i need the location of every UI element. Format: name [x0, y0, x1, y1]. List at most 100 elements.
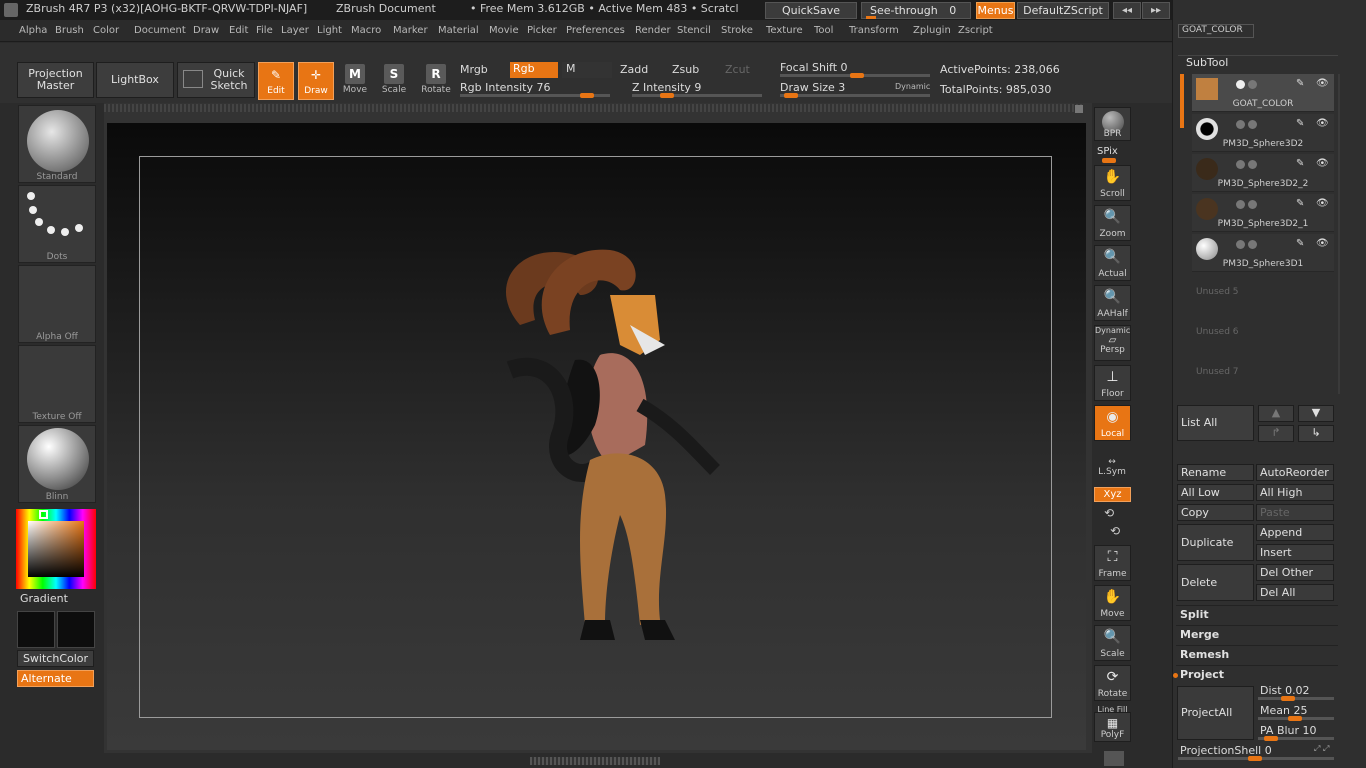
visibility-dot-icon[interactable] — [1236, 240, 1245, 249]
dist-knob[interactable] — [1281, 696, 1295, 701]
canvas-corner-handle[interactable] — [1075, 105, 1083, 113]
paste-button[interactable]: Paste — [1256, 504, 1334, 521]
aahalf-button[interactable]: 🔍 AAHalf — [1094, 285, 1131, 321]
eye-icon[interactable]: 👁 — [1316, 198, 1329, 209]
polypaint-dot-icon[interactable] — [1248, 120, 1257, 129]
projection-shell-options-icon[interactable]: ⤢ ⤢ — [1314, 744, 1329, 754]
transp-icon[interactable] — [1104, 751, 1124, 766]
copy-button[interactable]: Copy — [1177, 504, 1254, 521]
polypaint-dot-icon[interactable] — [1248, 80, 1257, 89]
subtool-header[interactable]: SubTool — [1186, 56, 1228, 69]
m-button[interactable]: M — [562, 62, 612, 78]
rgb-intensity-knob[interactable] — [580, 93, 594, 98]
menu-file[interactable]: File — [256, 25, 273, 36]
menu-preferences[interactable]: Preferences — [566, 25, 625, 36]
quicksave-button[interactable]: QuickSave — [765, 2, 857, 19]
xyz-button[interactable]: Xyz — [1094, 487, 1131, 502]
local-button[interactable]: ◉ Local — [1094, 405, 1131, 441]
frame-button[interactable]: ⛶ Frame — [1094, 545, 1131, 581]
move-down-right-icon[interactable]: ↳ — [1298, 425, 1334, 442]
left-arrows-icon[interactable]: ◂◂ — [1113, 2, 1141, 19]
menu-color[interactable]: Color — [93, 25, 119, 36]
actual-button[interactable]: 🔍 Actual — [1094, 245, 1131, 281]
material-selector[interactable]: Blinn — [18, 425, 96, 503]
menu-brush[interactable]: Brush — [55, 25, 84, 36]
menu-macro[interactable]: Macro — [351, 25, 381, 36]
zcut-button[interactable]: Zcut — [725, 63, 750, 76]
hue-marker[interactable] — [39, 510, 48, 519]
move-view-button[interactable]: ✋ Move — [1094, 585, 1131, 621]
edit-mode-button[interactable]: ✎ Edit — [258, 62, 294, 100]
list-all-button[interactable]: List All — [1177, 405, 1254, 441]
mrgb-button[interactable]: Mrgb — [460, 63, 488, 76]
zsub-button[interactable]: Zsub — [672, 63, 699, 76]
del-other-button[interactable]: Del Other — [1256, 564, 1334, 581]
menu-marker[interactable]: Marker — [393, 25, 428, 36]
persp-button[interactable]: Dynamic ▱ Persp — [1094, 325, 1131, 361]
menu-alpha[interactable]: Alpha — [19, 25, 47, 36]
visibility-dot-icon[interactable] — [1236, 160, 1245, 169]
projectall-button[interactable]: ProjectAll — [1177, 686, 1254, 740]
draw-mode-button[interactable]: ✛ Draw — [298, 62, 334, 100]
menu-edit[interactable]: Edit — [229, 25, 248, 36]
scroll-button[interactable]: ✋ Scroll — [1094, 165, 1131, 201]
rgb-intensity-slider[interactable]: Rgb Intensity 76 — [460, 81, 550, 94]
color-square[interactable] — [28, 521, 84, 577]
floor-button[interactable]: ⊥ Floor — [1094, 365, 1131, 401]
lightbox-button[interactable]: LightBox — [96, 62, 174, 98]
alternate-button[interactable]: Alternate — [17, 670, 94, 687]
menu-stencil[interactable]: Stencil — [677, 25, 711, 36]
visibility-dot-icon[interactable] — [1236, 80, 1245, 89]
append-button[interactable]: Append — [1256, 524, 1334, 541]
project-section[interactable]: Project — [1180, 668, 1224, 681]
merge-section[interactable]: Merge — [1180, 628, 1219, 641]
rotate-view-button[interactable]: ⟳ Rotate — [1094, 665, 1131, 701]
menu-render[interactable]: Render — [635, 25, 671, 36]
all-low-button[interactable]: All Low — [1177, 484, 1254, 501]
primary-color-swatch[interactable] — [17, 611, 55, 648]
focal-shift-slider[interactable]: Focal Shift 0 — [780, 61, 848, 74]
brush-edit-icon[interactable]: ✎ — [1296, 238, 1304, 249]
menu-document[interactable]: Document — [134, 25, 186, 36]
insert-button[interactable]: Insert — [1256, 544, 1334, 561]
eye-icon[interactable]: 👁 — [1316, 118, 1329, 129]
rotate-z-icon[interactable]: ⟲ — [1110, 524, 1120, 538]
move-down-icon[interactable]: ▼ — [1298, 405, 1334, 422]
stroke-selector[interactable]: Dots — [18, 185, 96, 263]
alpha-selector[interactable]: Alpha Off — [18, 265, 96, 343]
secondary-color-swatch[interactable] — [57, 611, 95, 648]
spix-slider[interactable]: SPix — [1097, 146, 1118, 157]
brush-edit-icon[interactable]: ✎ — [1296, 158, 1304, 169]
subtool-item-sphere3d2-2[interactable]: ✎ 👁 PM3D_Sphere3D2_2 — [1192, 154, 1334, 192]
draw-size-knob[interactable] — [784, 93, 798, 98]
all-high-button[interactable]: All High — [1256, 484, 1334, 501]
move-up-icon[interactable]: ▲ — [1258, 405, 1294, 422]
del-all-button[interactable]: Del All — [1256, 584, 1334, 601]
menu-zplugin[interactable]: Zplugin — [913, 25, 951, 36]
delete-button[interactable]: Delete — [1177, 564, 1254, 601]
projection-master-button[interactable]: Projection Master — [17, 62, 94, 98]
menu-zscript[interactable]: Zscript — [958, 25, 993, 36]
dynamic-toggle[interactable]: Dynamic — [895, 82, 930, 91]
subtool-item-sphere3d2-1[interactable]: ✎ 👁 PM3D_Sphere3D2_1 — [1192, 194, 1334, 232]
rename-button[interactable]: Rename — [1177, 464, 1254, 481]
switchcolor-button[interactable]: SwitchColor — [17, 650, 94, 667]
brush-edit-icon[interactable]: ✎ — [1296, 78, 1304, 89]
menu-texture[interactable]: Texture — [766, 25, 803, 36]
polypaint-dot-icon[interactable] — [1248, 160, 1257, 169]
move-mode-button[interactable]: M Move — [337, 62, 373, 100]
color-picker[interactable] — [16, 509, 96, 589]
eye-icon[interactable]: 👁 — [1316, 78, 1329, 89]
menus-toggle[interactable]: Menus — [976, 2, 1015, 19]
remesh-section[interactable]: Remesh — [1180, 648, 1229, 661]
menu-transform[interactable]: Transform — [849, 25, 899, 36]
menu-light[interactable]: Light — [317, 25, 342, 36]
polyf-button[interactable]: ▦ PolyF — [1094, 712, 1131, 742]
default-zscript-button[interactable]: DefaultZScript — [1017, 2, 1109, 19]
duplicate-button[interactable]: Duplicate — [1177, 524, 1254, 561]
scale-mode-button[interactable]: S Scale — [376, 62, 412, 100]
brush-edit-icon[interactable]: ✎ — [1296, 118, 1304, 129]
focal-shift-knob[interactable] — [850, 73, 864, 78]
texture-selector[interactable]: Texture Off — [18, 345, 96, 423]
goat-fox-model[interactable] — [480, 235, 740, 645]
